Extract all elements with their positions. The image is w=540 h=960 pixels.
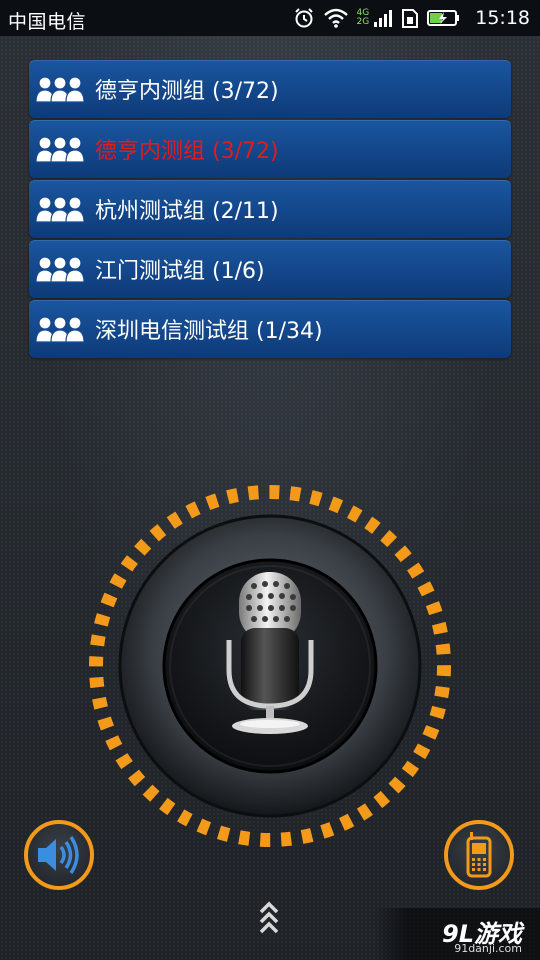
group-label: 深圳电信测试组 (1/34) (95, 319, 323, 344)
group-item[interactable]: 深圳电信测试组 (1/34) (29, 300, 511, 358)
mobile-phone-icon (466, 832, 492, 878)
carrier-name: 中国电信 (8, 11, 87, 33)
group-item[interactable]: 德亨内测组 (3/72) (29, 60, 511, 118)
sim-icon (402, 9, 419, 28)
group-users-icon (35, 196, 85, 223)
phone-button[interactable] (444, 820, 514, 890)
group-label: 江门测试组 (1/6) (95, 259, 265, 284)
watermark-url: 91danji.com (454, 942, 522, 955)
network-2g-label: 2G (356, 17, 370, 27)
status-bar: 中国电信 4G 2G 15:18 (0, 0, 540, 36)
group-label: 德亨内测组 (3/72) (95, 79, 279, 104)
expand-up-icon[interactable] (258, 898, 280, 934)
group-users-icon (35, 136, 85, 163)
push-to-talk-button[interactable] (84, 480, 456, 852)
group-users-icon (35, 256, 85, 283)
group-users-icon (35, 76, 85, 103)
group-item[interactable]: 杭州测试组 (2/11) (29, 180, 511, 238)
group-users-icon (35, 316, 85, 343)
group-item-selected[interactable]: 德亨内测组 (3/72) (29, 120, 511, 178)
talk-dial (89, 485, 451, 847)
speaker-button[interactable] (24, 820, 94, 890)
signal-icon (374, 10, 393, 27)
group-list: 德亨内测组 (3/72) 德亨内测组 (3/72) 杭州测试组 (2/11) 江… (29, 60, 511, 360)
speaker-icon (38, 836, 79, 874)
watermark: 9L游戏 91danji.com (374, 908, 540, 960)
status-icons: 4G 2G 15:18 (293, 4, 530, 32)
clock-time: 15:18 (475, 7, 530, 29)
group-label-active: 德亨内测组 (3/72) (95, 139, 279, 164)
network-type: 4G 2G (357, 9, 370, 27)
battery-charging-icon (427, 10, 460, 26)
wifi-icon (323, 8, 348, 28)
group-item[interactable]: 江门测试组 (1/6) (29, 240, 511, 298)
alarm-icon (294, 8, 313, 28)
group-label: 杭州测试组 (2/11) (95, 199, 279, 224)
